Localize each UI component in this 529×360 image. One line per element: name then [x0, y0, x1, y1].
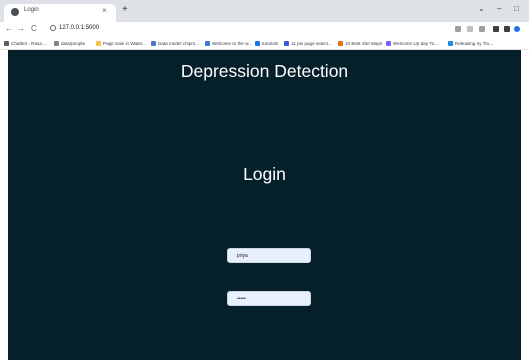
star-icon[interactable] [479, 26, 485, 32]
url-text: 127.0.0.1:5000 [59, 25, 100, 31]
reload-button[interactable]: C [31, 24, 37, 34]
bookmark-icon [338, 41, 343, 46]
bookmark-icon [284, 41, 289, 46]
bookmark-item[interactable]: tutorials [255, 40, 278, 48]
bookmark-item[interactable]: Welcome Up-day To... [386, 40, 438, 48]
new-tab-button[interactable]: + [122, 4, 128, 16]
address-bar[interactable]: 127.0.0.1:5000 [50, 24, 445, 36]
extensions-icon[interactable] [493, 26, 499, 32]
username-input[interactable] [227, 248, 311, 263]
close-icon[interactable]: × [102, 6, 107, 16]
globe-icon [11, 8, 19, 16]
bookmark-icon [54, 41, 59, 46]
back-button[interactable]: ← [5, 24, 13, 34]
sidebar-icon[interactable] [504, 26, 510, 32]
browser-toolbar: ← → C 127.0.0.1:5000 [0, 22, 529, 38]
tab-title: Login [24, 7, 39, 13]
bookmark-item[interactable]: Page Sale in Water... [96, 40, 146, 48]
bookmark-icon [386, 41, 391, 46]
avatar[interactable] [514, 26, 520, 32]
bookmark-item[interactable]: 10 Best Site Maps [338, 40, 382, 48]
bookmark-icon [4, 41, 9, 46]
bookmark-item[interactable]: Chatbot - Rasa ... [4, 40, 47, 48]
bookmark-item[interactable]: Welcome to the w... [205, 40, 252, 48]
bookmark-icon [151, 41, 156, 46]
tab-strip: Login × + ⌄ – □ [0, 0, 529, 22]
bookmark-item[interactable]: Data model chiprs... [151, 40, 199, 48]
login-heading: Login [243, 164, 286, 184]
bookmarks-bar: Chatbot - Rasa ... data/people Page Sale… [0, 38, 529, 50]
bookmark-icon [448, 41, 453, 46]
share-icon[interactable] [467, 26, 473, 32]
chevron-down-icon[interactable]: ⌄ [478, 4, 485, 14]
page-title: Depression Detection [180, 61, 349, 81]
info-icon[interactable] [50, 25, 56, 31]
browser-window: Login × + ⌄ – □ ← → C 127.0.0.1:5000 Cha… [0, 0, 529, 360]
bookmark-icon [255, 41, 260, 46]
minimize-button[interactable]: – [497, 4, 501, 14]
password-input[interactable] [227, 291, 311, 306]
tab-login[interactable]: Login × [4, 4, 116, 22]
bookmark-item[interactable]: data/people [54, 40, 85, 48]
bookmark-icon [205, 41, 210, 46]
bookmark-item[interactable]: 11 pie page select... [284, 40, 332, 48]
login-page: Depression Detection Login [8, 50, 521, 360]
key-icon[interactable] [455, 26, 461, 32]
forward-button[interactable]: → [17, 24, 25, 34]
maximize-button[interactable]: □ [514, 4, 519, 14]
bookmark-icon [96, 41, 101, 46]
bookmark-item[interactable]: Releasing ny Tru... [448, 40, 493, 48]
